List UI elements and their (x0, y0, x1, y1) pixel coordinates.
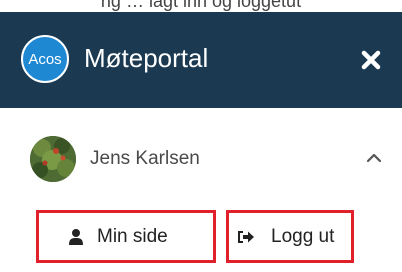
my-page-label: Min side (97, 225, 168, 247)
user-icon (67, 228, 85, 246)
cropped-text: ng … lagt inn og loggetut (100, 0, 302, 11)
chevron-up-icon (366, 153, 382, 163)
close-button[interactable] (358, 47, 384, 73)
logout-label: Logg ut (271, 225, 335, 247)
partial-text-top: ng … lagt inn og loggetut (0, 0, 402, 12)
my-page-button[interactable]: Min side (36, 210, 216, 263)
logo-text: Acos (28, 50, 62, 68)
logout-button[interactable]: Logg ut (226, 210, 354, 263)
app-title: Møteportal (84, 43, 209, 73)
close-icon (361, 50, 381, 70)
app-header: Acos Møteportal (0, 12, 402, 108)
sign-out-icon (237, 228, 255, 246)
avatar (30, 136, 76, 182)
user-name: Jens Karlsen (90, 148, 200, 169)
logo[interactable]: Acos (21, 35, 69, 83)
user-menu-toggle[interactable]: Jens Karlsen (0, 130, 402, 188)
